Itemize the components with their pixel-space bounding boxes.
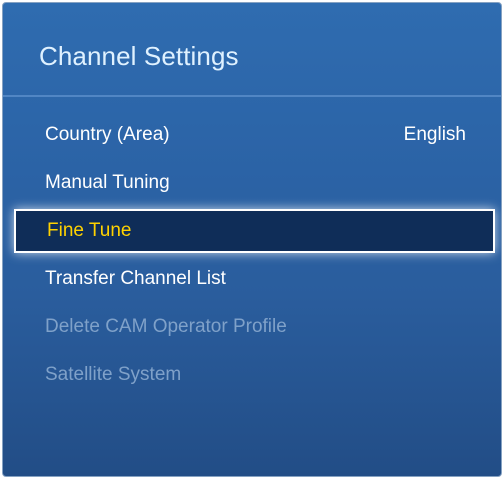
menu-item-label: Satellite System <box>45 364 182 385</box>
channel-settings-panel: Channel Settings Country (Area) English … <box>2 2 502 477</box>
menu-item-value: English <box>403 124 466 145</box>
title-divider <box>3 95 501 97</box>
menu-item-country-area[interactable]: Country (Area) English <box>3 111 501 159</box>
menu-item-delete-cam-operator-profile: Delete CAM Operator Profile <box>3 303 501 351</box>
menu-item-label: Delete CAM Operator Profile <box>45 316 287 337</box>
panel-title: Channel Settings <box>39 41 239 71</box>
menu-item-transfer-channel-list[interactable]: Transfer Channel List <box>3 255 501 303</box>
menu-item-label: Manual Tuning <box>45 172 170 193</box>
menu-item-label: Country (Area) <box>45 124 170 145</box>
menu-item-satellite-system: Satellite System <box>3 351 501 399</box>
menu-item-fine-tune[interactable]: Fine Tune <box>14 209 495 253</box>
menu-item-label: Fine Tune <box>47 220 132 241</box>
menu-item-manual-tuning[interactable]: Manual Tuning <box>3 159 501 207</box>
settings-menu: Country (Area) English Manual Tuning Fin… <box>3 111 501 399</box>
menu-item-label: Transfer Channel List <box>45 268 226 289</box>
